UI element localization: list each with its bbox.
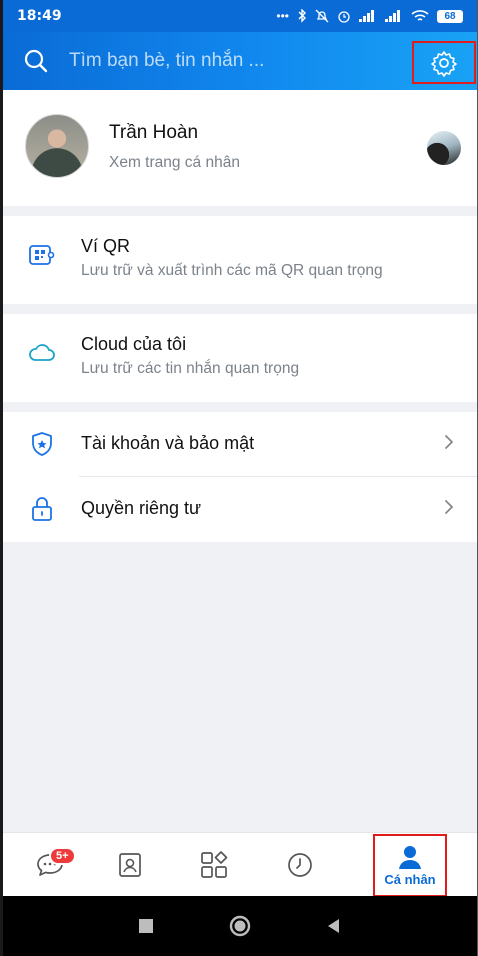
qr-wallet-row[interactable]: Ví QR Lưu trữ và xuất trình các mã QR qu… xyxy=(3,226,477,290)
privacy-title: Quyền riêng tư xyxy=(81,498,202,518)
cloud-card[interactable]: Cloud của tôi Lưu trữ các tin nhắn quan … xyxy=(3,314,477,402)
account-security-title: Tài khoản và bảo mật xyxy=(81,433,255,453)
status-icons: ••• 68 xyxy=(276,9,463,23)
lock-icon xyxy=(32,497,52,521)
qr-wallet-card[interactable]: Ví QR Lưu trữ và xuất trình các mã QR qu… xyxy=(3,216,477,304)
tab-discover[interactable] xyxy=(167,833,261,897)
clock-icon xyxy=(288,853,312,877)
status-bar: 18:49 ••• 68 xyxy=(3,0,477,32)
top-search-bar: Tìm bạn bè, tin nhắn ... xyxy=(3,32,477,90)
signal-icon xyxy=(359,10,374,22)
chevron-right-icon xyxy=(445,500,453,514)
highlight-box xyxy=(373,834,447,897)
privacy-row[interactable]: Quyền riêng tư xyxy=(3,477,477,541)
avatar[interactable] xyxy=(25,114,89,178)
alarm-icon xyxy=(338,11,350,23)
view-profile-link[interactable]: Xem trang cá nhân xyxy=(109,154,240,172)
cloud-title: Cloud của tôi xyxy=(81,334,187,354)
system-navigation-bar xyxy=(3,896,477,956)
account-security-row[interactable]: Tài khoản và bảo mật xyxy=(3,412,477,476)
shield-icon xyxy=(32,432,52,456)
cover-thumbnail[interactable] xyxy=(427,131,461,165)
tab-contacts[interactable] xyxy=(83,833,177,897)
tab-timeline[interactable] xyxy=(253,833,347,897)
mute-bell-icon xyxy=(315,9,329,23)
qr-wallet-icon xyxy=(29,245,55,265)
chevron-right-icon xyxy=(445,435,453,449)
settings-list-card: Tài khoản và bảo mật Quyền riêng tư xyxy=(3,412,477,542)
status-time: 18:49 xyxy=(17,8,62,24)
cloud-icon xyxy=(29,344,55,361)
gear-icon xyxy=(431,50,457,77)
search-input[interactable]: Tìm bạn bè, tin nhắn ... xyxy=(69,50,264,72)
qr-wallet-title: Ví QR xyxy=(81,236,131,256)
bluetooth-icon xyxy=(298,9,306,23)
qr-wallet-desc: Lưu trữ và xuất trình các mã QR quan trọ… xyxy=(81,262,383,279)
wifi-icon xyxy=(411,9,429,21)
unread-badge: 5+ xyxy=(49,847,76,865)
recents-button[interactable] xyxy=(136,916,156,936)
back-button[interactable] xyxy=(324,916,344,936)
profile-card[interactable]: Trần Hoàn Xem trang cá nhân xyxy=(3,90,477,206)
cloud-desc: Lưu trữ các tin nhắn quan trọng xyxy=(81,360,300,377)
settings-button[interactable] xyxy=(412,41,476,84)
signal-icon-2 xyxy=(385,10,400,22)
app-screen: 18:49 ••• 68 Tìm bạn bè, tin nhắn ... Tr… xyxy=(3,0,477,956)
apps-icon xyxy=(201,851,228,878)
cloud-row[interactable]: Cloud của tôi Lưu trữ các tin nhắn quan … xyxy=(3,324,477,388)
home-button[interactable] xyxy=(228,914,252,938)
battery-indicator: 68 xyxy=(437,9,463,23)
dots-icon: ••• xyxy=(276,9,289,23)
search-icon[interactable] xyxy=(3,48,69,74)
contacts-icon xyxy=(119,853,141,877)
profile-name: Trần Hoàn xyxy=(109,122,199,143)
